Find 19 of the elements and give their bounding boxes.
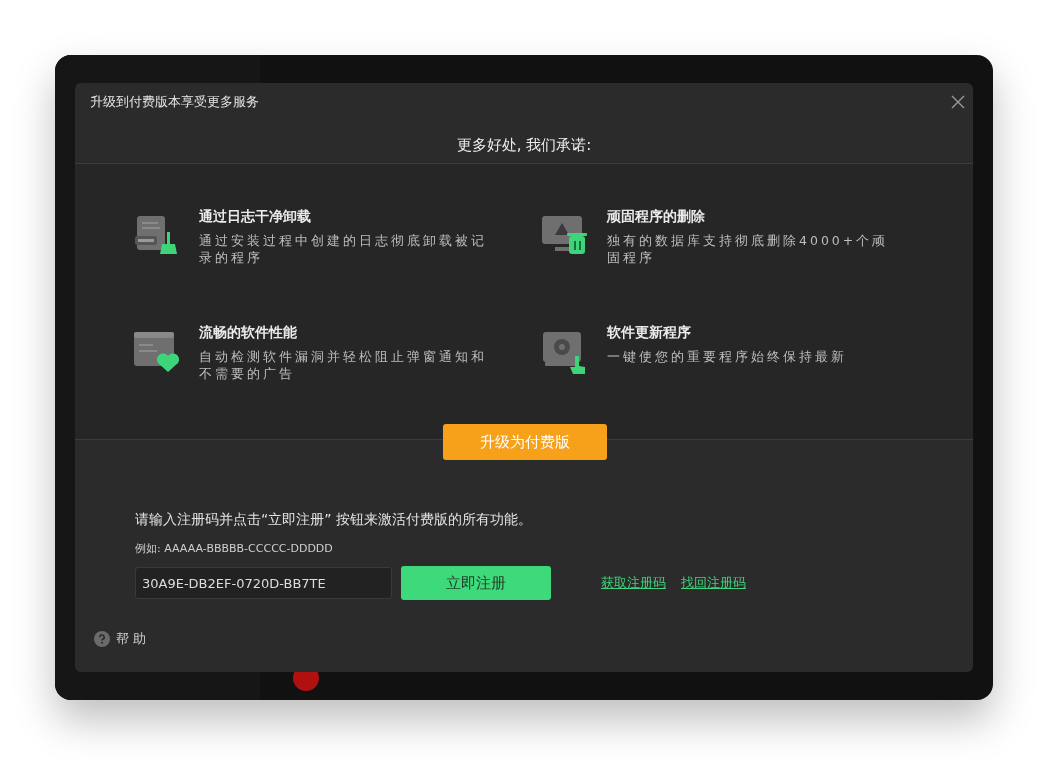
feature-title: 通过日志干净卸载 bbox=[199, 208, 312, 226]
feature-description: 自动检测软件漏洞并轻松阻止弹窗通知和不需要的广告 bbox=[199, 347, 488, 382]
help-icon[interactable] bbox=[94, 631, 110, 647]
close-icon[interactable] bbox=[951, 95, 965, 109]
register-button[interactable]: 立即注册 bbox=[401, 566, 551, 600]
feature-title: 顽固程序的删除 bbox=[607, 208, 706, 226]
feature-description: 独有的数据库支持彻底删除4000+个顽固程序 bbox=[607, 232, 890, 266]
feature-description: 一键使您的重要程序始终保持最新 bbox=[607, 347, 848, 365]
section-heading: 更多好处, 我们承诺: bbox=[456, 136, 592, 155]
feature-description: 通过安装过程中创建的日志彻底卸载被记录的程序 bbox=[199, 232, 488, 266]
example-text: 例如: AAAAA-BBBBB-CCCCC-DDDDD bbox=[135, 541, 334, 556]
feature-title: 软件更新程序 bbox=[607, 323, 692, 342]
link[interactable]: 找回注册码 bbox=[681, 574, 746, 592]
dialog-title: 升级到付费版本享受更多服务 bbox=[90, 93, 259, 111]
feature-title: 流畅的软件性能 bbox=[199, 323, 298, 342]
link[interactable]: 获取注册码 bbox=[601, 574, 666, 592]
registration-code-field[interactable]: 30A9E-DB2EF-0720D-BB7TE bbox=[135, 567, 392, 599]
instruction-text: 请输入注册码并点击“立即注册” 按钮来激活付费版的所有功能。 bbox=[135, 511, 533, 529]
help-link[interactable]: 帮 助 bbox=[116, 630, 147, 648]
